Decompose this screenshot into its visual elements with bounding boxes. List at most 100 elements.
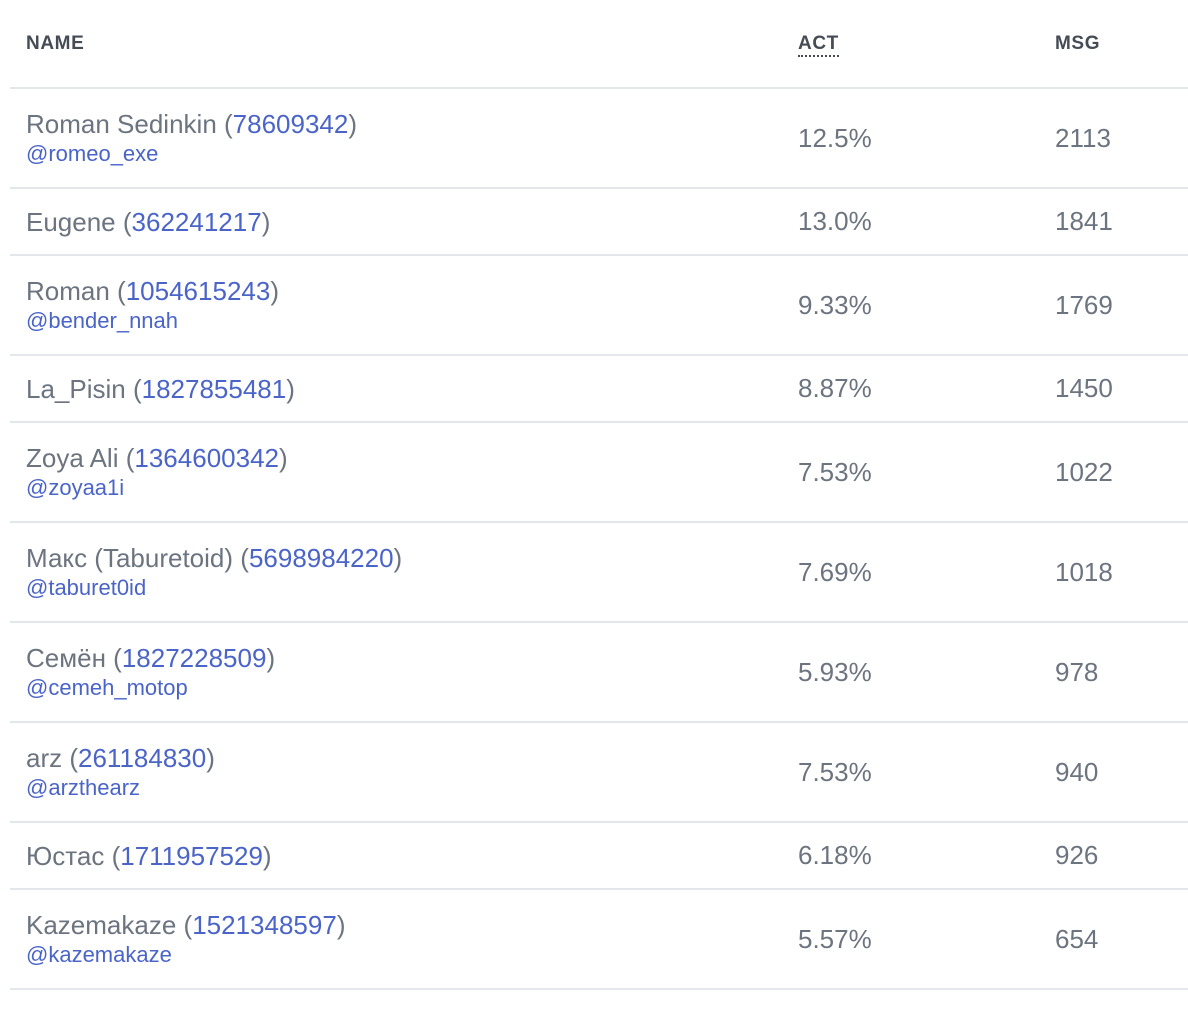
- user-display-name: Eugene: [26, 206, 116, 237]
- user-id-link[interactable]: 362241217: [132, 207, 262, 237]
- table-row: Roman Sedinkin (78609342) @romeo_exe 12.5%…: [10, 88, 1188, 188]
- user-id-link[interactable]: 1827855481: [142, 374, 287, 404]
- user-cell: Roman (1054615243) @bender_nnah: [10, 255, 782, 355]
- message-count-cell: 926: [1055, 840, 1099, 870]
- paren-close: ): [261, 206, 271, 237]
- activity-cell: 12.5%: [798, 122, 872, 153]
- message-count-cell: 1841: [1055, 206, 1113, 236]
- paren-open: (: [109, 276, 126, 306]
- username-link[interactable]: @bender_nnah: [26, 307, 782, 335]
- user-id-link[interactable]: 261184830: [78, 743, 206, 773]
- user-name-line: Семён (1827228509): [26, 642, 782, 674]
- message-count-cell: 2113: [1055, 122, 1111, 153]
- message-count-cell: 978: [1055, 656, 1099, 687]
- table-row: La_Pisin (1827855481) 8.87% 1450: [10, 355, 1188, 422]
- username-link[interactable]: @romeo_exe: [26, 140, 782, 168]
- paren-open: (: [233, 543, 249, 573]
- paren-close: ): [206, 743, 215, 773]
- username-link[interactable]: @arzthearz: [26, 774, 782, 802]
- user-name-line: Zoya Ali (1364600342): [26, 442, 782, 474]
- user-id-link[interactable]: 78609342: [233, 109, 349, 139]
- user-id-link[interactable]: 1521348597: [192, 910, 337, 940]
- column-header-act: ACT: [782, 0, 1039, 89]
- column-header-act-abbr: ACT: [798, 32, 839, 57]
- user-cell: arz (261184830) @arzthearz: [10, 722, 782, 822]
- table-row: Kazemakaze (1521348597) @kazemakaze 5.57% 6…: [10, 889, 1188, 989]
- username-link[interactable]: @cemeh_motop: [26, 674, 782, 702]
- paren-open: (: [105, 643, 122, 673]
- paren-open: (: [216, 109, 233, 139]
- user-cell: Макс (Taburetoid) (5698984220) @taburet0i…: [10, 522, 782, 622]
- message-count-cell: 940: [1055, 756, 1099, 787]
- user-name-line: La_Pisin (1827855481): [26, 373, 782, 405]
- user-id-link[interactable]: 1364600342: [134, 443, 279, 473]
- paren-open: (: [118, 443, 135, 473]
- user-name-line: Юстас (1711957529): [26, 840, 782, 872]
- column-header-name: NAME: [10, 0, 782, 89]
- activity-cell: 9.33%: [798, 289, 872, 320]
- user-name-line: Kazemakaze (1521348597): [26, 909, 782, 941]
- message-count-cell: 1769: [1055, 289, 1113, 320]
- user-name-line: Eugene (362241217): [26, 206, 782, 238]
- paren-open: (: [115, 206, 132, 237]
- table-row: Zoya Ali (1364600342) @zoyaa1i 7.53% 1022: [10, 422, 1188, 522]
- username-link[interactable]: @zoyaa1i: [26, 474, 782, 502]
- activity-cell: 7.53%: [798, 456, 872, 487]
- user-stats-table: NAME ACT MSG Roman Sedinkin (78609342) @r…: [10, 0, 1188, 990]
- user-id-link[interactable]: 1827228509: [122, 643, 267, 673]
- user-display-name: Zoya Ali: [26, 443, 119, 473]
- user-cell: La_Pisin (1827855481): [10, 355, 782, 422]
- paren-open: (: [125, 373, 142, 404]
- table-row: Макс (Taburetoid) (5698984220) @taburet0i…: [10, 522, 1188, 622]
- user-cell: Kazemakaze (1521348597) @kazemakaze: [10, 889, 782, 989]
- user-cell: Семён (1827228509) @cemeh_motop: [10, 622, 782, 722]
- activity-cell: 13.0%: [798, 206, 872, 236]
- activity-cell: 5.93%: [798, 656, 872, 687]
- activity-cell: 7.69%: [798, 556, 872, 587]
- paren-close: ): [266, 643, 276, 673]
- user-cell: Eugene (362241217): [10, 188, 782, 255]
- user-name-line: arz (261184830): [26, 742, 782, 774]
- table-row: arz (261184830) @arzthearz 7.53% 940: [10, 722, 1188, 822]
- paren-close: ): [393, 543, 403, 573]
- username-link[interactable]: @kazemakaze: [26, 941, 782, 969]
- user-cell: Roman Sedinkin (78609342) @romeo_exe: [10, 88, 782, 188]
- user-display-name: arz: [26, 743, 63, 773]
- paren-close: ): [270, 276, 279, 306]
- message-count-cell: 654: [1055, 923, 1099, 954]
- user-name-line: Roman Sedinkin (78609342): [26, 108, 782, 140]
- activity-cell: 8.87%: [798, 373, 872, 403]
- message-count-cell: 1450: [1055, 373, 1113, 403]
- table-body: Roman Sedinkin (78609342) @romeo_exe 12.5%…: [10, 88, 1188, 989]
- message-count-cell: 1018: [1055, 556, 1113, 587]
- activity-cell: 7.53%: [798, 756, 872, 787]
- user-display-name: Roman Sedinkin: [26, 109, 217, 139]
- username-link[interactable]: @taburet0id: [26, 574, 782, 602]
- message-count-cell: 1022: [1055, 456, 1113, 487]
- paren-open: (: [104, 840, 121, 871]
- user-name-line: Roman (1054615243): [26, 275, 782, 307]
- user-id-link[interactable]: 1711957529: [120, 841, 263, 871]
- user-display-name: Kazemakaze: [26, 910, 177, 940]
- user-id-link[interactable]: 1054615243: [126, 276, 271, 306]
- user-name-line: Макс (Taburetoid) (5698984220): [26, 542, 782, 574]
- user-cell: Юстас (1711957529): [10, 822, 782, 889]
- table-row: Юстас (1711957529) 6.18% 926: [10, 822, 1188, 889]
- paren-open: (: [176, 910, 193, 940]
- user-display-name: Юстас: [26, 840, 105, 871]
- user-display-name: La_Pisin: [26, 373, 126, 404]
- table-row: Семён (1827228509) @cemeh_motop 5.93% 978: [10, 622, 1188, 722]
- paren-close: ): [262, 840, 272, 871]
- user-cell: Zoya Ali (1364600342) @zoyaa1i: [10, 422, 782, 522]
- paren-close: ): [279, 443, 288, 473]
- user-display-name: Семён: [26, 643, 106, 673]
- paren-close: ): [336, 910, 346, 940]
- user-id-link[interactable]: 5698984220: [249, 543, 394, 573]
- activity-cell: 6.18%: [798, 840, 872, 870]
- paren-open: (: [62, 743, 79, 773]
- paren-close: ): [348, 109, 358, 139]
- table-header-row: NAME ACT MSG: [10, 0, 1188, 89]
- table-row: Eugene (362241217) 13.0% 1841: [10, 188, 1188, 255]
- user-display-name: Макс (Taburetoid): [26, 543, 234, 573]
- column-header-msg: MSG: [1039, 0, 1188, 89]
